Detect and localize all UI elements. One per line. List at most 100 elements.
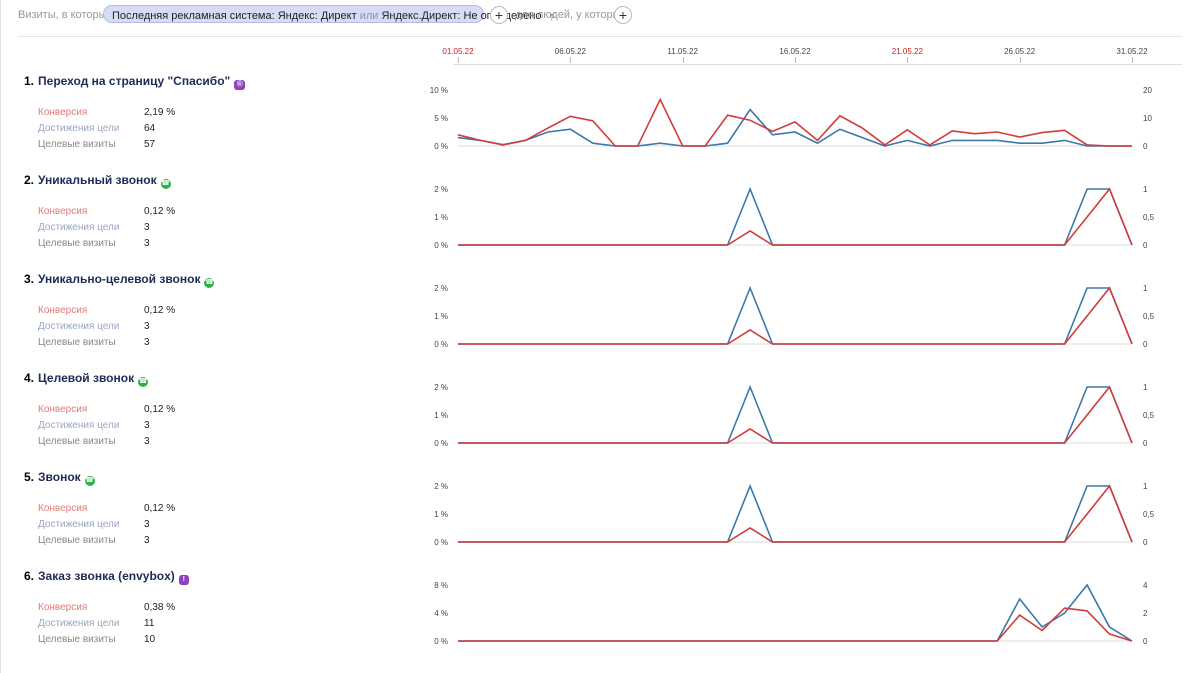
goal-block: 2. Уникальный звонок ☎ Конверсия 0,12 % Дости… bbox=[0, 173, 1200, 272]
right-axis-tick-label: 0 bbox=[1143, 439, 1148, 448]
date-axis-label: 11.05.22 bbox=[667, 47, 698, 56]
goal-block: 6. Заказ звонка (envybox)! Конверсия 0,38 %… bbox=[0, 569, 1200, 668]
stat-label: Конверсия bbox=[38, 602, 88, 613]
goal-stat-conversion: Конверсия 0,38 % bbox=[38, 602, 175, 613]
goal-stat-achievements: Достижения цели 64 bbox=[38, 123, 155, 134]
stat-value: 3 bbox=[144, 519, 150, 530]
date-axis-label: 01.05.22 bbox=[442, 47, 474, 56]
stat-label: Целевые визиты bbox=[38, 535, 116, 546]
achievements-series-line bbox=[458, 186, 1133, 246]
goal-block: 1. Переход на страницу "Спасибо" Ⓖ Конверси… bbox=[0, 74, 1200, 173]
right-axis-tick-label: 10 bbox=[1143, 114, 1152, 123]
left-axis-tick-label: 2 % bbox=[434, 482, 448, 491]
left-axis-tick-label: 0 % bbox=[434, 637, 448, 646]
stat-value: 3 bbox=[144, 238, 150, 249]
filter-chip-prefix: Последняя рекламная система: Яндекс: Дир… bbox=[112, 10, 357, 22]
date-axis-tick bbox=[795, 57, 796, 63]
left-axis-tick-label: 2 % bbox=[434, 284, 448, 293]
stat-label: Конверсия bbox=[38, 107, 88, 118]
achievements-series-line bbox=[457, 108, 1132, 147]
left-axis-tick-label: 2 % bbox=[434, 383, 448, 392]
stat-label: Целевые визиты bbox=[38, 238, 116, 249]
right-axis-tick-label: 0,5 bbox=[1143, 411, 1155, 420]
stat-label: Достижения цели bbox=[38, 222, 120, 233]
stat-label: Достижения цели bbox=[38, 618, 120, 629]
phone-icon: ☎ bbox=[160, 179, 171, 189]
stat-value: 0,12 % bbox=[144, 404, 176, 415]
achievements-series-line bbox=[458, 285, 1133, 345]
goal-number: 6. bbox=[24, 569, 35, 583]
right-axis-tick-label: 1 bbox=[1143, 482, 1148, 491]
phone-icon: ☎ bbox=[138, 377, 149, 387]
goal-block: 3. Уникально-целевой звонок ☎ Конверсия 0,12… bbox=[0, 272, 1200, 371]
left-axis-tick-label: 0 % bbox=[434, 142, 448, 151]
stat-label: Достижения цели bbox=[38, 519, 120, 530]
segment-filter-bar: Визиты, в которых Последняя рекламная си… bbox=[0, 0, 1200, 30]
goal-stat-achievements: Достижения цели 3 bbox=[38, 321, 150, 332]
right-axis-tick-label: 0,5 bbox=[1143, 312, 1155, 321]
right-axis-tick-label: 0,5 bbox=[1143, 510, 1155, 519]
left-axis-tick-label: 2 % bbox=[434, 185, 448, 194]
goal-title[interactable]: 3. Уникально-целевой звонок ☎ bbox=[24, 272, 215, 288]
goal-chart: 2 % 1 % 0 % 1 0,5 0 bbox=[434, 284, 1155, 349]
stat-value: 3 bbox=[144, 535, 150, 546]
filter-divider bbox=[18, 36, 1182, 37]
add-people-condition-button[interactable]: + bbox=[614, 6, 632, 24]
date-axis-label: 06.05.22 bbox=[554, 47, 586, 56]
form-icon: ! bbox=[178, 575, 189, 585]
goal-name: Заказ звонка (envybox) bbox=[38, 569, 175, 583]
conversion-series-line bbox=[458, 187, 1133, 246]
visits-filter-label: Визиты, в которых bbox=[18, 9, 112, 21]
goal-name: Уникально-целевой звонок bbox=[38, 272, 201, 286]
left-axis-tick-label: 1 % bbox=[434, 312, 448, 321]
conversion-series-line bbox=[457, 97, 1132, 147]
phone-icon: ☎ bbox=[84, 476, 95, 486]
goal-stat-visits: Целевые визиты 57 bbox=[38, 139, 155, 150]
goal-stat-visits: Целевые визиты 10 bbox=[38, 634, 155, 645]
goal-stat-visits: Целевые визиты 3 bbox=[38, 238, 150, 249]
stat-label: Достижения цели bbox=[38, 420, 120, 431]
goal-title[interactable]: 2. Уникальный звонок ☎ bbox=[24, 173, 171, 189]
stat-value: 3 bbox=[144, 337, 150, 348]
stat-value: 64 bbox=[144, 123, 156, 134]
goal-chart: 10 % 5 % 0 % 20 10 0 bbox=[430, 86, 1153, 151]
goal-chart: 2 % 1 % 0 % 1 0,5 0 bbox=[434, 185, 1155, 250]
date-axis-tick bbox=[1132, 57, 1133, 63]
goal-stat-visits: Целевые визиты 3 bbox=[38, 337, 150, 348]
goal-tag-icon: Ⓖ bbox=[234, 80, 246, 90]
filter-chip[interactable]: Последняя рекламная система: Яндекс: Дир… bbox=[103, 5, 556, 23]
stat-value: 2,19 % bbox=[144, 107, 176, 118]
goal-title[interactable]: 1. Переход на страницу "Спасибо" Ⓖ bbox=[24, 74, 246, 90]
right-axis-tick-label: 0 bbox=[1143, 142, 1148, 151]
goal-chart: 2 % 1 % 0 % 1 0,5 0 bbox=[434, 383, 1155, 448]
stat-value: 0,12 % bbox=[144, 206, 176, 217]
left-axis-tick-label: 0 % bbox=[434, 538, 448, 547]
stat-value: 0,12 % bbox=[144, 503, 176, 514]
date-axis-tick bbox=[1019, 57, 1021, 63]
add-visit-condition-button[interactable]: + bbox=[490, 6, 508, 24]
right-axis-tick-label: 4 bbox=[1143, 581, 1148, 590]
date-axis-tick bbox=[907, 57, 909, 63]
right-axis-tick-label: 0,5 bbox=[1143, 213, 1155, 222]
stat-value: 3 bbox=[144, 321, 150, 332]
goal-stat-achievements: Достижения цели 3 bbox=[38, 420, 150, 431]
people-filter-label: для людей, у которых bbox=[515, 9, 626, 21]
goal-title[interactable]: 6. Заказ звонка (envybox)! bbox=[24, 569, 189, 585]
left-axis-tick-label: 0 % bbox=[434, 340, 448, 349]
right-axis-tick-label: 1 bbox=[1143, 284, 1148, 293]
conversion-series-line bbox=[458, 286, 1133, 345]
stat-label: Конверсия bbox=[38, 503, 88, 514]
stat-label: Целевые визиты bbox=[38, 337, 116, 348]
stat-value: 0,12 % bbox=[144, 305, 176, 316]
goal-stat-conversion: Конверсия 2,19 % bbox=[38, 107, 175, 118]
goal-stat-achievements: Достижения цели 3 bbox=[38, 519, 150, 530]
phone-icon: ☎ bbox=[204, 278, 215, 288]
goal-stat-conversion: Конверсия 0,12 % bbox=[38, 305, 175, 316]
goal-title[interactable]: 4. Целевой звонок ☎ bbox=[24, 371, 149, 387]
right-axis-tick-label: 0 bbox=[1143, 538, 1148, 547]
stat-label: Достижения цели bbox=[38, 321, 120, 332]
date-axis: 01.05.22 06.05.22 11.05.22 16.05.22 21.05.22… bbox=[0, 40, 1200, 64]
goal-title[interactable]: 5. Звонок ☎ bbox=[24, 470, 95, 486]
right-axis-tick-label: 2 bbox=[1143, 609, 1148, 618]
achievements-series-line bbox=[458, 384, 1133, 444]
